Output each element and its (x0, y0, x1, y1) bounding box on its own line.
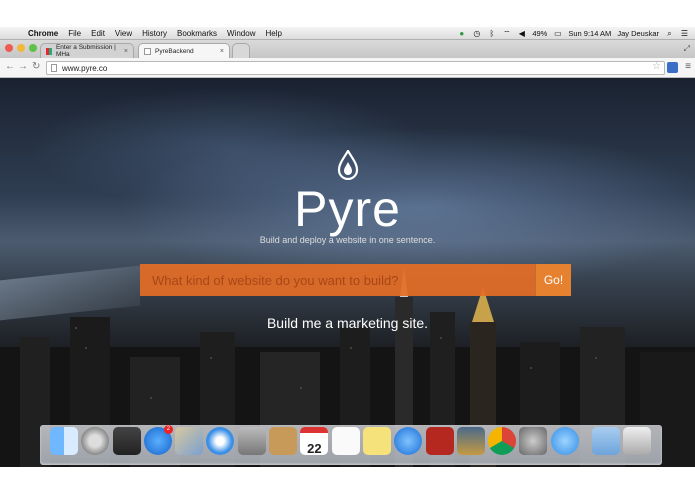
bookmark-star-icon[interactable]: ☆ (652, 61, 661, 72)
messages-icon[interactable] (550, 427, 579, 455)
wifi-icon[interactable]: ⌔ (502, 29, 511, 38)
iphoto-icon[interactable] (456, 427, 485, 455)
menu-bookmarks[interactable]: Bookmarks (177, 29, 217, 38)
tab-title: Enter a Submission | MHa (55, 44, 116, 58)
page-bottom-margin (0, 467, 695, 494)
fullscreen-icon[interactable]: ⤢ (684, 44, 690, 54)
reminders-icon[interactable] (331, 427, 360, 455)
devpost-favicon-icon (46, 47, 52, 55)
safari-icon[interactable] (206, 427, 235, 455)
hero-section: Pyre Build and deploy a website in one s… (0, 78, 695, 467)
reload-icon[interactable]: ↻ (32, 61, 40, 72)
close-tab-icon[interactable]: × (220, 48, 224, 55)
volume-icon[interactable]: ◀ (517, 29, 526, 38)
dock-icons: 2 22 (50, 425, 652, 456)
bluetooth-icon[interactable]: ᛒ (487, 29, 496, 38)
time-machine-icon[interactable]: ◷ (472, 29, 481, 38)
flame-drop-icon (337, 148, 358, 181)
website-search-form: What kind of website do you want to buil… (140, 264, 571, 296)
address-bar[interactable]: www.pyre.co (46, 61, 665, 75)
page-favicon-icon (144, 47, 151, 55)
back-arrow-icon[interactable]: ← (5, 61, 15, 72)
chrome-icon[interactable] (488, 427, 517, 455)
chrome-menu-icon[interactable]: ≡ (685, 61, 691, 72)
launchpad-icon[interactable] (81, 427, 110, 455)
new-tab-button[interactable] (232, 43, 250, 58)
screen: Chrome File Edit View History Bookmarks … (0, 27, 695, 467)
minimize-window-button[interactable] (17, 44, 25, 52)
notes-icon[interactable] (362, 427, 391, 455)
tagline: Build and deploy a website in one senten… (259, 235, 436, 245)
tab-bar: Enter a Submission | MHa × PyreBackend ×… (0, 40, 695, 58)
app-store-badge: 2 (163, 425, 173, 434)
page-icon (51, 64, 57, 72)
tab-submission[interactable]: Enter a Submission | MHa × (40, 43, 134, 58)
clock[interactable]: Sun 9:14 AM (568, 29, 611, 38)
mail-stamp-icon[interactable] (175, 427, 204, 455)
menu-window[interactable]: Window (227, 29, 255, 38)
notification-center-icon[interactable]: ☰ (680, 29, 689, 38)
url-text: www.pyre.co (62, 63, 108, 73)
extension-icon[interactable] (667, 62, 678, 73)
calendar-day: 22 (307, 441, 322, 456)
photo-booth-icon[interactable] (425, 427, 454, 455)
close-window-button[interactable] (5, 44, 13, 52)
menu-file[interactable]: File (68, 29, 81, 38)
website-description-input[interactable]: What kind of website do you want to buil… (140, 264, 535, 296)
finder-icon[interactable] (50, 427, 78, 455)
calendar-icon[interactable]: 22 (300, 427, 329, 456)
brand-wordmark: Pyre (294, 181, 401, 237)
status-area: ● ◷ ᛒ ⌔ ◀ 49% ▭ Sun 9:14 AM Jay Deuskar … (457, 27, 689, 40)
battery-percent[interactable]: 49% (532, 29, 547, 38)
close-tab-icon[interactable]: × (124, 48, 128, 55)
menu-history[interactable]: History (142, 29, 167, 38)
itunes-icon[interactable] (394, 427, 423, 455)
browser-toolbar: ← → ↻ www.pyre.co ☆ ≡ (0, 58, 695, 78)
battery-icon[interactable]: ▭ (553, 29, 562, 38)
menu-view[interactable]: View (115, 29, 132, 38)
pyre-logo: Pyre (0, 148, 695, 237)
app-store-icon[interactable]: 2 (143, 425, 173, 455)
menu-edit[interactable]: Edit (91, 29, 105, 38)
menu-help[interactable]: Help (265, 29, 281, 38)
tab-pyrebackend[interactable]: PyreBackend × (138, 43, 230, 58)
tab-title: PyreBackend (155, 47, 194, 55)
facetime-icon[interactable] (237, 427, 266, 455)
mission-control-icon[interactable] (112, 427, 141, 455)
forward-arrow-icon[interactable]: → (18, 61, 28, 72)
evernote-icon[interactable]: ● (457, 29, 466, 38)
go-button[interactable]: Go! (535, 264, 571, 296)
user-name[interactable]: Jay Deuskar (617, 29, 659, 38)
trash-icon[interactable] (623, 427, 652, 455)
spotlight-icon[interactable]: ⌕ (665, 29, 674, 38)
window-controls (5, 44, 37, 52)
menu-app-name[interactable]: Chrome (28, 29, 58, 38)
system-preferences-icon[interactable] (519, 427, 548, 455)
mac-menubar: Chrome File Edit View History Bookmarks … (0, 27, 695, 40)
contacts-icon[interactable] (269, 427, 298, 455)
example-prompt: Build me a marketing site. (266, 315, 429, 331)
folder-icon[interactable] (592, 427, 621, 455)
zoom-window-button[interactable] (29, 44, 37, 52)
